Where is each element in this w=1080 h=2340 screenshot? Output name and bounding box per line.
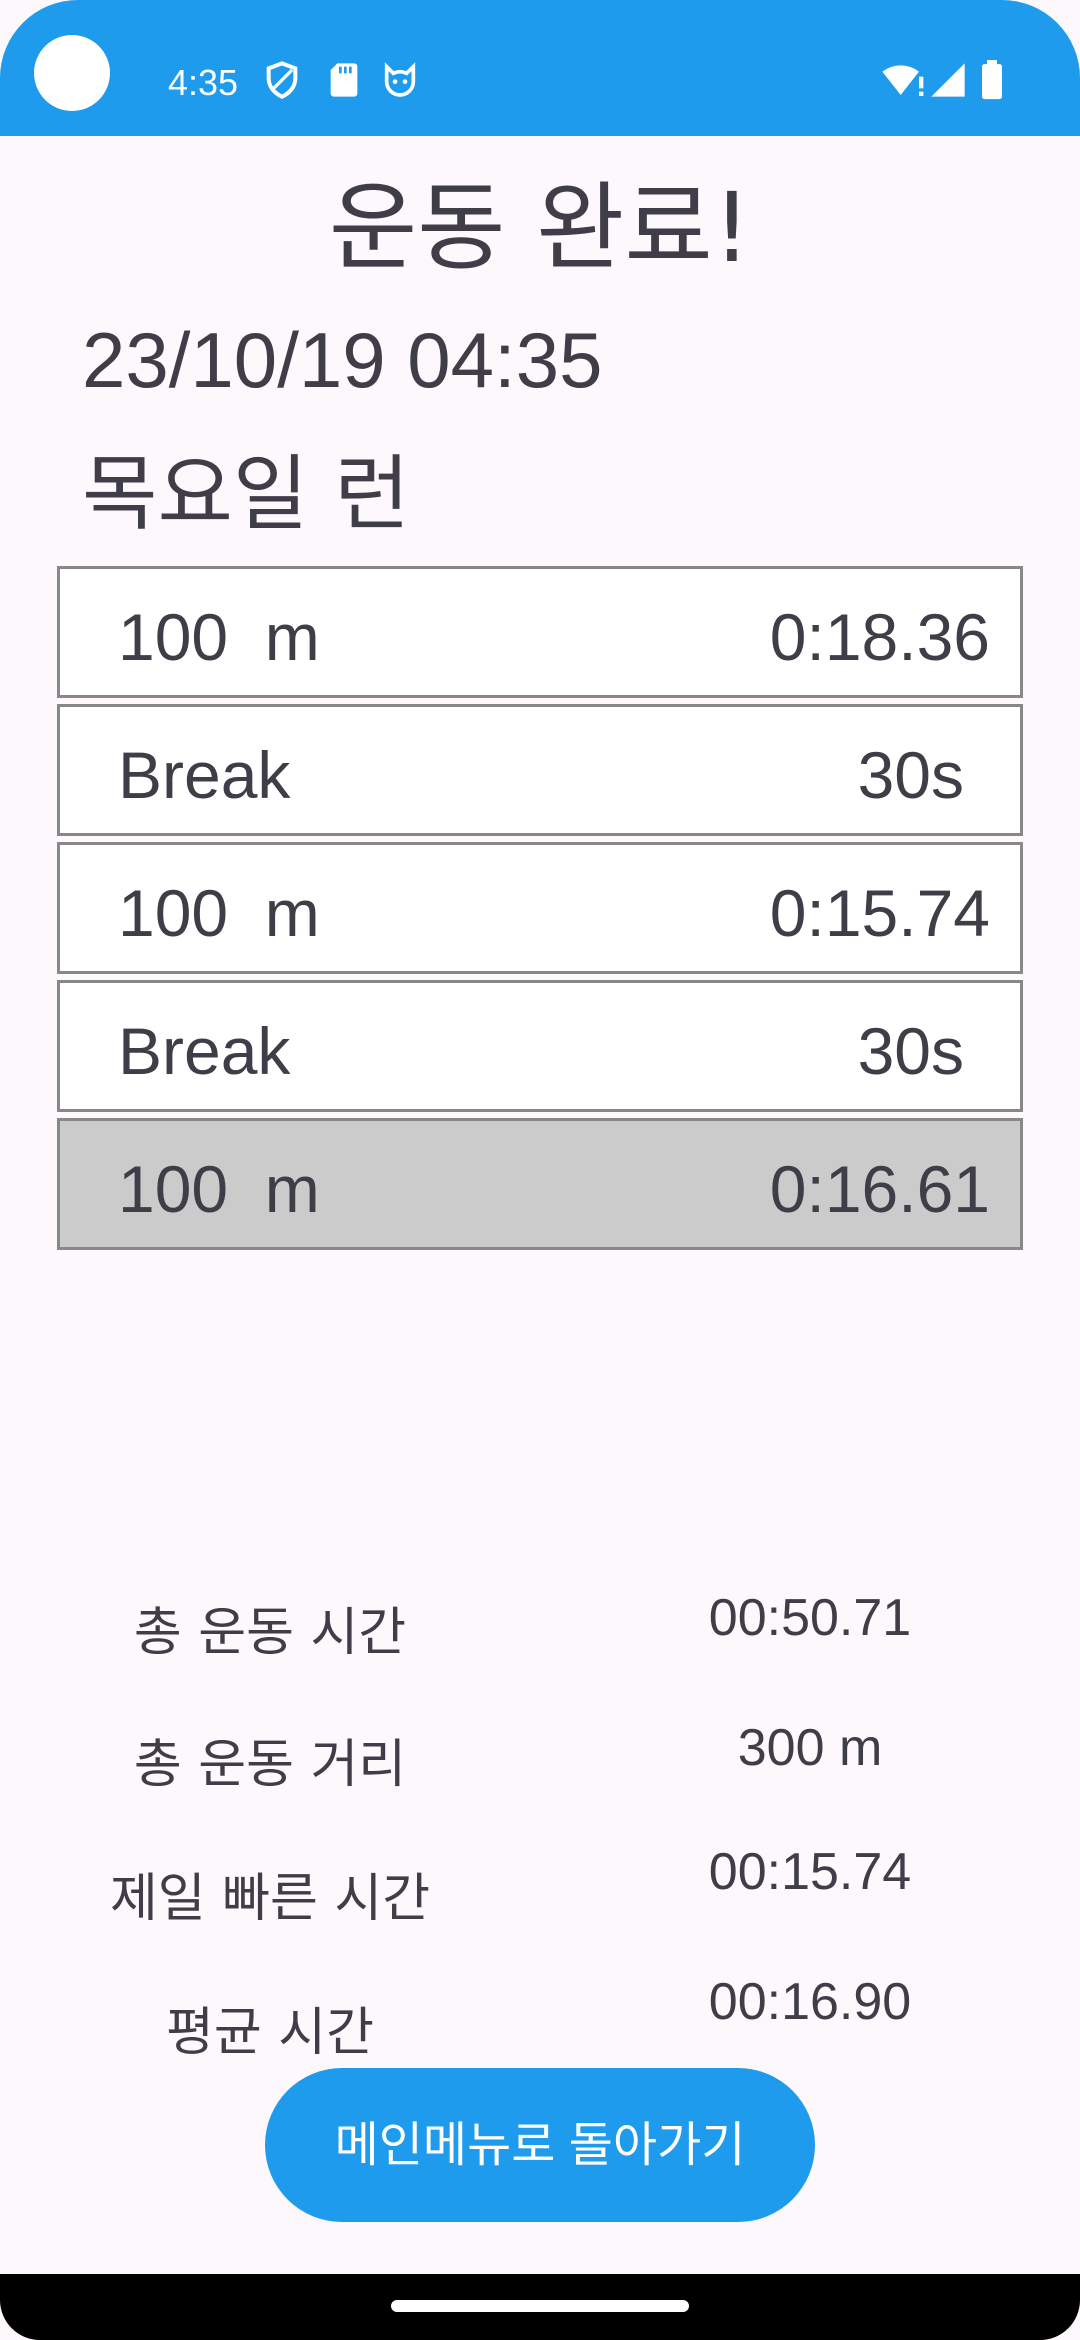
average-time-label: 평균 시간 [166, 2003, 374, 2063]
interval-list: 100 m 0:18.36 Break 30s 100 m 0:15.74 Br… [57, 566, 1023, 1256]
cell-signal-icon [928, 60, 968, 100]
workout-datetime: 23/10/19 04:35 [82, 316, 603, 404]
total-distance-label: 총 운동 거리 [133, 1735, 407, 1795]
interval-label: Break [118, 1014, 291, 1088]
battery-icon [978, 60, 1006, 100]
return-main-menu-button[interactable]: 메인메뉴로 돌아가기 [265, 2068, 815, 2222]
break-row[interactable]: Break 30s [57, 980, 1023, 1112]
interval-label: 100 m [118, 876, 320, 950]
total-time-value: 00:50.71 [708, 1589, 912, 1647]
interval-row[interactable]: 100 m 0:15.74 [57, 842, 1023, 974]
break-row[interactable]: Break 30s [57, 704, 1023, 836]
interval-label: 100 m [118, 1152, 320, 1226]
fastest-time-value: 00:15.74 [708, 1843, 912, 1901]
interval-time: 0:18.36 [769, 600, 990, 674]
sd-card-icon [324, 60, 364, 100]
interval-time: 0:15.74 [769, 876, 990, 950]
total-time-label: 총 운동 시간 [133, 1603, 407, 1663]
fastest-time-label: 제일 빠른 시간 [109, 1869, 431, 1929]
home-gesture-handle[interactable] [391, 2300, 689, 2312]
cat-face-icon [380, 60, 420, 100]
interval-time: 0:16.61 [769, 1152, 990, 1226]
total-distance-value: 300 m [737, 1719, 883, 1777]
average-time-value: 00:16.90 [708, 1973, 912, 2031]
interval-label: Break [118, 738, 291, 812]
camera-cutout [34, 35, 110, 111]
interval-row-selected[interactable]: 100 m 0:16.61 [57, 1118, 1023, 1250]
break-duration: 30s [857, 738, 964, 812]
status-time: 4:35 [168, 62, 239, 103]
status-bar: 4:35 [0, 0, 1080, 136]
interval-label: 100 m [118, 600, 320, 674]
wifi-alert-icon [880, 60, 928, 100]
shield-icon [262, 60, 302, 100]
break-duration: 30s [857, 1014, 964, 1088]
page-title: 운동 완료! [328, 172, 752, 284]
workout-name: 목요일 런 [82, 447, 410, 542]
interval-row[interactable]: 100 m 0:18.36 [57, 566, 1023, 698]
